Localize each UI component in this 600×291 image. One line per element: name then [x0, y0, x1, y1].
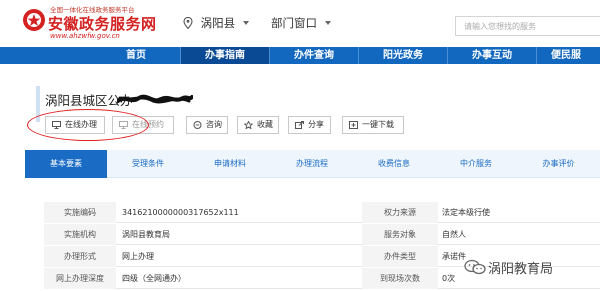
nav-item-home[interactable]: 首页	[92, 47, 180, 64]
logo-title: 安徽政务服务网	[48, 15, 157, 33]
chevron-down-icon	[242, 21, 249, 25]
nav-item-query[interactable]: 办件查询	[270, 47, 358, 64]
map-pin-icon	[183, 17, 193, 29]
favorite-button[interactable]: 收藏	[237, 116, 279, 134]
row-label: 网上办理深度	[44, 268, 116, 289]
nav-item-guide[interactable]: 办事指南	[181, 47, 269, 64]
tab-fee-info[interactable]: 收费信息	[353, 150, 435, 178]
tab-service-evaluation[interactable]: 办事评价	[517, 150, 600, 178]
nav-item-convenience[interactable]: 便民服	[537, 47, 600, 64]
download-all-label: 一键下载	[362, 120, 394, 129]
tab-application-materials[interactable]: 申请材料	[189, 150, 271, 178]
share-label: 分享	[308, 120, 324, 129]
table-row: 实施机构 涡阳县教育局 服务对象 自然人	[44, 224, 600, 245]
consult-button[interactable]: 咨询	[186, 116, 228, 134]
tab-intermediary-service[interactable]: 中介服务	[435, 150, 517, 178]
row-value: 四级（全网通办）	[122, 274, 186, 283]
wechat-icon	[464, 259, 486, 275]
row-value: 涡阳县教育局	[122, 230, 170, 239]
nav-item-open-gov[interactable]: 阳光政务	[359, 47, 447, 64]
chat-icon	[193, 121, 202, 129]
download-all-button[interactable]: 一键下载	[342, 116, 404, 134]
favorite-label: 收藏	[257, 120, 273, 129]
share-icon	[295, 121, 304, 129]
row-label: 办件类型	[362, 246, 438, 267]
logo-url: www.ahzwfw.gov.cn	[50, 32, 120, 40]
row-value: 341621000000031765​2x111	[122, 208, 239, 217]
table-row: 实施编码 341621000000031765​2x111 权力来源 法定本级行…	[44, 202, 600, 223]
tab-process[interactable]: 办理流程	[271, 150, 353, 178]
consult-label: 咨询	[206, 120, 222, 129]
tab-basic-elements[interactable]: 基本要素	[25, 150, 107, 178]
detail-tabs: 基本要素 受理条件 申请材料 办理流程 收费信息 中介服务 办事评价	[25, 150, 600, 178]
row-value: 法定本级行使	[442, 208, 490, 217]
department-window-selector[interactable]: 部门窗口	[271, 15, 331, 31]
row-label: 实施机构	[44, 224, 116, 245]
row-value: 网上办理	[122, 252, 154, 261]
red-circle-annotation	[27, 109, 149, 141]
nav-item-interaction[interactable]: 办事互动	[448, 47, 536, 64]
row-label: 到现场次数	[362, 268, 438, 289]
site-logo[interactable]: 全国一体化在线政务服务平台 安徽政务服务网 www.ahzwfw.gov.cn	[22, 4, 156, 42]
location-selector[interactable]: 涡阳县	[183, 15, 249, 31]
watermark-text: 涡阳教育局	[488, 262, 554, 277]
row-label: 实施编码	[44, 202, 116, 223]
chevron-down-icon	[324, 21, 331, 25]
share-button[interactable]: 分享	[288, 116, 331, 134]
row-label: 办理形式	[44, 246, 116, 267]
site-header: 全国一体化在线政务服务平台 安徽政务服务网 www.ahzwfw.gov.cn …	[0, 0, 600, 44]
download-icon	[349, 121, 358, 129]
emblem-icon	[23, 9, 45, 31]
department-label: 部门窗口	[271, 16, 317, 30]
redaction-scribble	[117, 94, 193, 104]
row-value: 自然人	[442, 230, 466, 239]
row-label: 服务对象	[362, 224, 438, 245]
row-label: 权力来源	[362, 202, 438, 223]
location-label: 涡阳县	[200, 16, 236, 30]
star-icon	[244, 121, 253, 129]
main-nav: 首页 办事指南 办件查询 阳光政务 办事互动 便民服	[0, 47, 600, 64]
tab-acceptance-conditions[interactable]: 受理条件	[107, 150, 189, 178]
search-input[interactable]: 请输入您想找的服务	[455, 16, 600, 36]
